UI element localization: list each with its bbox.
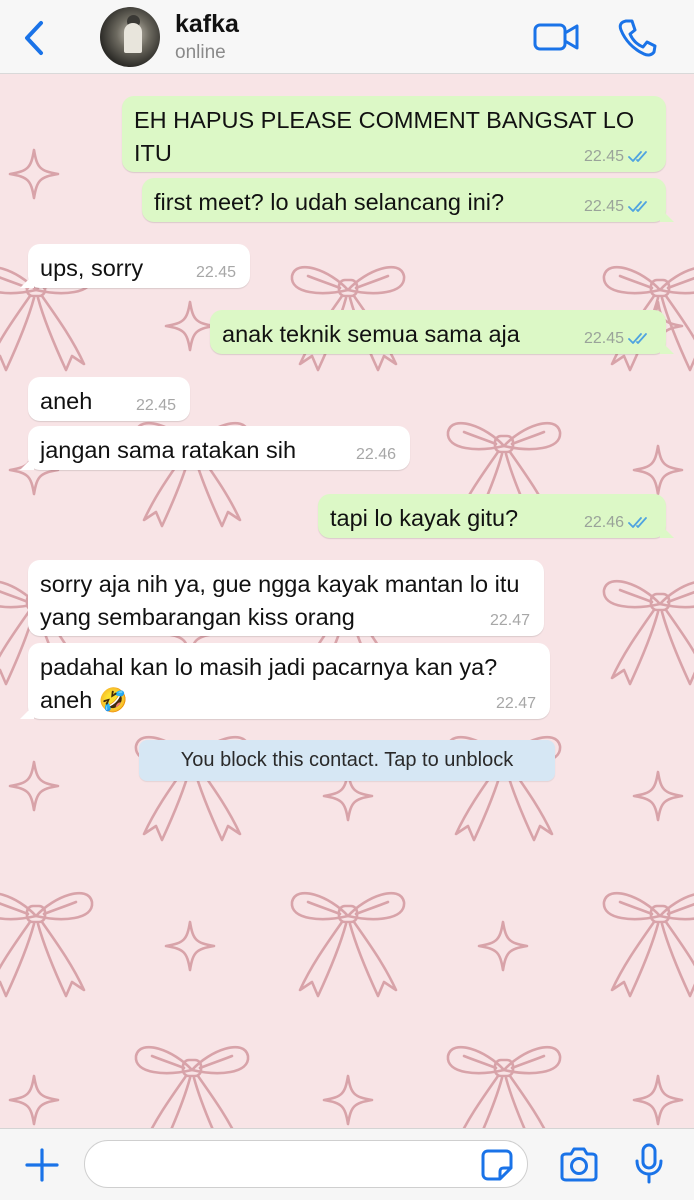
- message-time: 22.46: [355, 446, 396, 463]
- voice-call-button[interactable]: [616, 16, 658, 58]
- attach-button[interactable]: [24, 1147, 60, 1183]
- message-bubble-incoming[interactable]: sorry aja nih ya, gue ngga kayak mantan …: [28, 560, 544, 636]
- message-time: 22.45: [135, 397, 176, 414]
- message-text: aneh: [40, 388, 93, 414]
- contact-status: online: [175, 42, 226, 63]
- message-input[interactable]: [84, 1140, 528, 1188]
- back-chevron-icon: [25, 21, 43, 55]
- message-bubble-incoming[interactable]: aneh 22.45: [28, 377, 190, 421]
- sticker-button[interactable]: [480, 1148, 514, 1182]
- message-bubble-outgoing[interactable]: first meet? lo udah selancang ini? 22.45: [142, 178, 674, 222]
- message-bubble-incoming[interactable]: jangan sama ratakan sih 22.46: [20, 426, 410, 470]
- double-check-icon: [628, 151, 647, 162]
- message-meta: 22.45: [584, 330, 652, 348]
- video-call-button[interactable]: [532, 18, 580, 56]
- message-text: tapi lo kayak gitu?: [330, 505, 519, 531]
- message-time: 22.45: [583, 330, 624, 347]
- message-text: ups, sorry: [40, 255, 144, 281]
- chat-header: kafka online: [0, 0, 694, 74]
- message-text: padahal kan lo masih jadi pacarnya kan y…: [40, 654, 498, 713]
- message-bubble-outgoing[interactable]: anak teknik semua sama aja 22.45: [210, 310, 674, 354]
- contact-avatar[interactable]: [100, 7, 160, 67]
- unblock-contact-banner[interactable]: You block this contact. Tap to unblock: [139, 740, 555, 781]
- contact-name[interactable]: kafka: [175, 10, 239, 39]
- sticker-icon: [481, 1149, 513, 1181]
- message-meta: 22.47: [496, 695, 536, 713]
- message-meta: 22.45: [196, 264, 236, 282]
- message-time: 22.45: [583, 198, 624, 215]
- phone-icon: [618, 19, 657, 57]
- camera-icon: [560, 1147, 598, 1182]
- message-bubble-outgoing[interactable]: EH HAPUS PLEASE COMMENT BANGSAT LO ITU 2…: [122, 96, 666, 172]
- message-time: 22.45: [195, 264, 236, 281]
- microphone-icon: [635, 1143, 663, 1184]
- message-meta: 22.45: [136, 397, 176, 415]
- message-meta: 22.46: [356, 446, 396, 464]
- message-time: 22.47: [489, 612, 530, 629]
- message-text: first meet? lo udah selancang ini?: [154, 189, 505, 215]
- message-text: EH HAPUS PLEASE COMMENT BANGSAT LO ITU: [134, 107, 635, 166]
- message-meta: 22.46: [584, 514, 652, 532]
- message-text: jangan sama ratakan sih: [40, 437, 297, 463]
- message-time: 22.47: [495, 695, 536, 712]
- plus-icon: [25, 1148, 59, 1182]
- message-time: 22.46: [583, 514, 624, 531]
- message-bubble-incoming[interactable]: padahal kan lo masih jadi pacarnya kan y…: [20, 643, 550, 719]
- message-bubble-outgoing[interactable]: tapi lo kayak gitu? 22.46: [318, 494, 674, 538]
- message-composer: [0, 1128, 694, 1200]
- camera-button[interactable]: [558, 1147, 600, 1183]
- message-text: sorry aja nih ya, gue ngga kayak mantan …: [40, 571, 520, 630]
- message-time: 22.45: [583, 148, 624, 165]
- double-check-icon: [628, 333, 647, 344]
- message-meta: 22.45: [584, 198, 652, 216]
- back-button[interactable]: [14, 18, 54, 58]
- microphone-button[interactable]: [634, 1143, 664, 1185]
- double-check-icon: [628, 517, 647, 528]
- video-call-icon: [533, 23, 579, 51]
- message-meta: 22.45: [584, 148, 652, 166]
- double-check-icon: [628, 201, 647, 212]
- message-meta: 22.47: [490, 612, 530, 630]
- message-bubble-incoming[interactable]: ups, sorry 22.45: [20, 244, 250, 288]
- message-text: anak teknik semua sama aja: [222, 321, 520, 347]
